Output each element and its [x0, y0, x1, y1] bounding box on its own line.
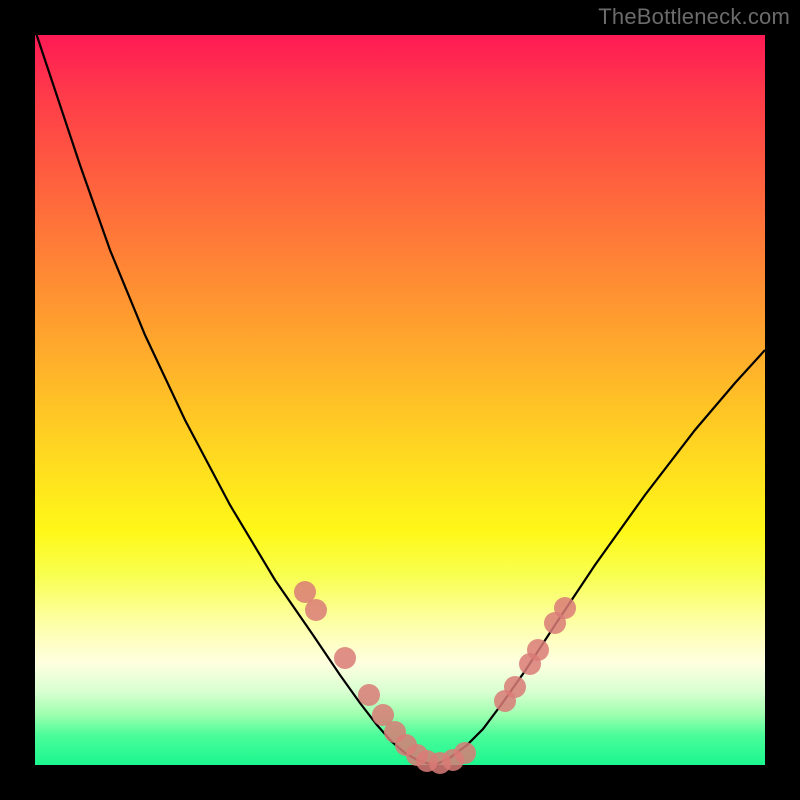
marker-dot [358, 684, 380, 706]
curve-svg [35, 35, 765, 765]
marker-dot [334, 647, 356, 669]
marker-dot [504, 676, 526, 698]
marker-dot [305, 599, 327, 621]
watermark-text: TheBottleneck.com [598, 4, 790, 30]
plot-area [35, 35, 765, 765]
marker-dots [294, 581, 576, 774]
marker-dot [554, 597, 576, 619]
left-branch-curve [35, 30, 435, 765]
right-branch-curve [435, 350, 765, 765]
marker-dot [527, 639, 549, 661]
marker-dot [454, 742, 476, 764]
chart-frame: TheBottleneck.com [0, 0, 800, 800]
